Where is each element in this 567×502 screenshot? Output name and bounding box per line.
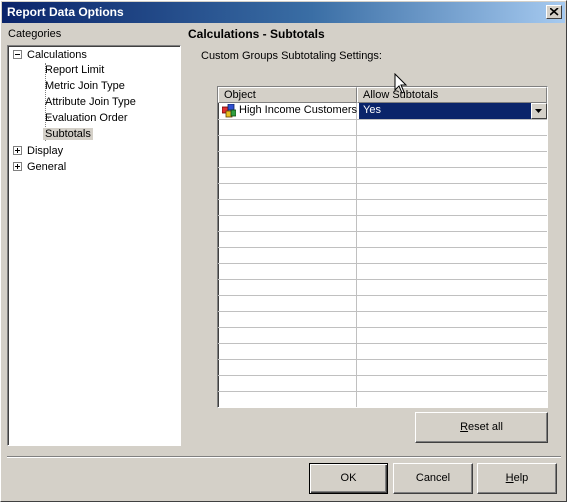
ok-button[interactable]: OK	[309, 463, 388, 494]
help-label: elp	[513, 472, 529, 484]
close-button[interactable]	[546, 5, 562, 19]
subtotals-grid[interactable]: Object Allow Subtotals High Income Custo…	[217, 86, 548, 408]
reset-all-accel: R	[460, 421, 469, 433]
cell-object: High Income Customers	[239, 104, 357, 116]
panel-subheading: Custom Groups Subtotaling Settings:	[201, 50, 382, 62]
reset-all-label: eset all	[468, 421, 503, 433]
categories-label: Categories	[8, 28, 62, 40]
dropdown-arrow-button[interactable]	[531, 103, 547, 119]
cancel-label: Cancel	[415, 472, 451, 484]
window-title: Report Data Options	[7, 5, 124, 19]
allow-subtotals-select[interactable]: Yes	[359, 103, 547, 119]
chevron-down-icon	[535, 109, 542, 113]
tree-item-metric-join-type[interactable]: Metric Join Type	[45, 79, 125, 93]
tree-item-attribute-join-type[interactable]: Attribute Join Type	[45, 95, 136, 109]
help-accel: H	[505, 472, 514, 484]
panel-heading: Calculations - Subtotals	[188, 27, 325, 41]
tree-item-general[interactable]: General	[27, 160, 66, 174]
collapse-calculations-icon[interactable]	[13, 50, 22, 59]
column-header-object[interactable]: Object	[218, 87, 357, 103]
report-data-options-dialog: Report Data Options Categories Calculati…	[0, 0, 567, 502]
footer-separator	[7, 456, 561, 458]
allow-subtotals-value: Yes	[363, 104, 381, 116]
reset-all-button[interactable]: Reset all	[415, 412, 548, 443]
tree-item-evaluation-order[interactable]: Evaluation Order	[45, 111, 128, 125]
title-bar[interactable]: Report Data Options	[2, 2, 565, 23]
custom-group-icon	[222, 104, 236, 118]
close-icon	[550, 8, 559, 16]
categories-tree[interactable]: Calculations Report Limit Metric Join Ty…	[7, 45, 181, 446]
tree-item-report-limit[interactable]: Report Limit	[45, 63, 104, 77]
tree-item-calculations[interactable]: Calculations	[27, 48, 87, 62]
tree-item-display[interactable]: Display	[27, 144, 63, 158]
expand-display-icon[interactable]	[13, 146, 22, 155]
help-button[interactable]: Help	[477, 463, 557, 494]
cancel-button[interactable]: Cancel	[393, 463, 473, 494]
tree-item-subtotals[interactable]: Subtotals	[43, 127, 93, 141]
table-row[interactable]: High Income Customers Yes	[218, 103, 547, 119]
ok-label: OK	[340, 472, 357, 484]
mouse-pointer-icon	[394, 73, 408, 94]
expand-general-icon[interactable]	[13, 162, 22, 171]
column-header-allow-subtotals[interactable]: Allow Subtotals	[357, 87, 547, 103]
